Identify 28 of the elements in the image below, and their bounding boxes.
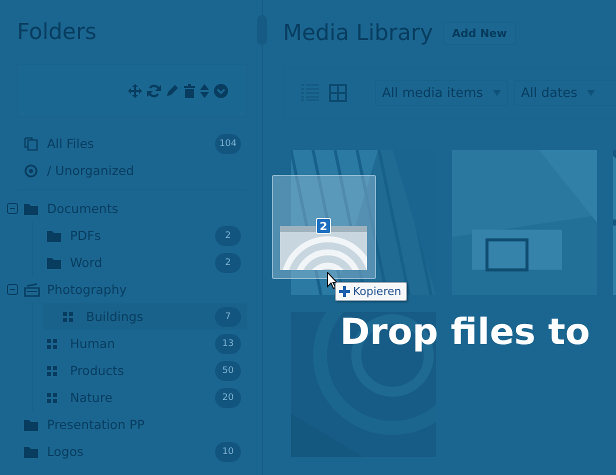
refresh-icon — [147, 84, 161, 98]
photo-folder-icon — [24, 282, 40, 296]
sort-icon — [200, 84, 209, 98]
grid-icon — [47, 366, 57, 376]
folder-icon — [24, 446, 38, 458]
trash-icon — [184, 84, 195, 98]
grid-icon — [63, 312, 73, 322]
grid-icon — [47, 338, 57, 348]
target-icon — [24, 164, 38, 178]
count-badge: 13 — [215, 334, 241, 354]
count-badge: 20 — [215, 388, 241, 408]
count-badge: 10 — [215, 442, 241, 462]
drop-message: Drop files to — [340, 312, 590, 353]
folder-icon — [24, 202, 38, 214]
count-badge: 104 — [215, 134, 241, 154]
folder-icon — [47, 256, 61, 268]
move-icon — [128, 84, 142, 98]
grid-icon — [47, 392, 57, 402]
count-badge: 50 — [215, 360, 241, 380]
grid-view-icon[interactable] — [329, 84, 347, 102]
count-badge: 2 — [215, 226, 241, 246]
count-badge: 2 — [215, 252, 241, 272]
files-icon — [24, 136, 38, 150]
folder-icon — [47, 230, 61, 242]
folder-icon — [24, 418, 38, 430]
chevron-icon — [214, 84, 228, 98]
count-badge: 7 — [215, 306, 241, 326]
pencil-icon — [166, 84, 179, 97]
